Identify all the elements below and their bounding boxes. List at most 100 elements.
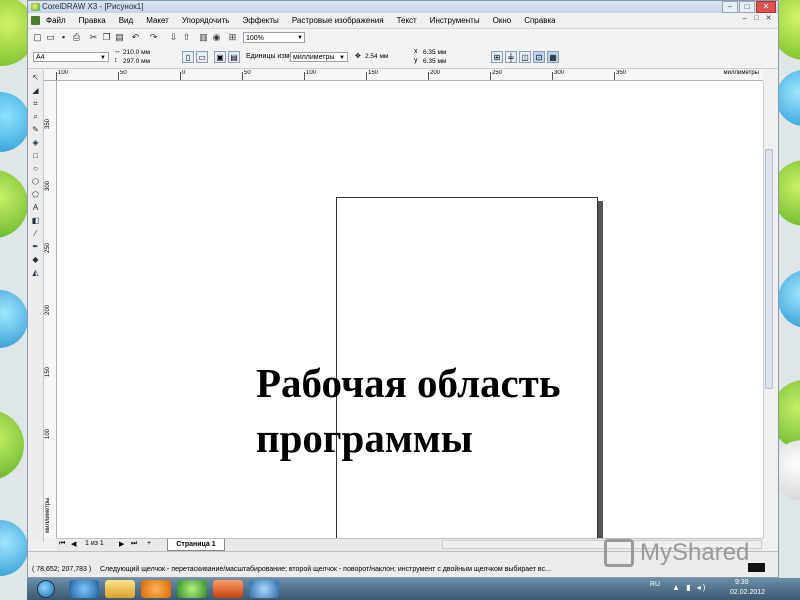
vertical-scrollbar[interactable] [763, 81, 775, 538]
clock-date[interactable]: 02.02.2012 [730, 589, 765, 596]
undo-icon[interactable]: ↶ [130, 32, 141, 43]
freehand-tool-icon[interactable]: ✎ [30, 124, 41, 135]
rectangle-tool-icon[interactable]: □ [30, 150, 41, 161]
clock-time[interactable]: 9:39 [735, 579, 749, 586]
document-icon[interactable] [31, 15, 40, 25]
coreldraw-taskbar-icon[interactable] [177, 580, 207, 598]
maximize-button[interactable]: □ [739, 1, 755, 13]
powerpoint-icon[interactable] [213, 580, 243, 598]
media-player-icon[interactable] [141, 580, 171, 598]
paste-icon[interactable]: ▤ [114, 32, 125, 43]
ruler-h-tick [366, 72, 367, 80]
fill-tool-icon[interactable]: ◆ [30, 254, 41, 265]
polygon-tool-icon[interactable]: ⬡ [30, 176, 41, 187]
presentation-board-icon [604, 539, 634, 567]
menu-view[interactable]: Вид [119, 16, 133, 25]
shape-tool-icon[interactable]: ◢ [30, 85, 41, 96]
ruler-v-label: 100 [45, 428, 51, 439]
snap-to-guidelines-button[interactable]: ╪ [505, 51, 517, 63]
pick-tool-icon[interactable]: ↖ [30, 72, 41, 83]
drawing-canvas[interactable] [57, 81, 763, 538]
export-icon[interactable]: ⇧ [181, 32, 192, 43]
doc-restore-button[interactable]: □ [751, 14, 762, 24]
dynamic-guides-button[interactable]: ⊡ [533, 51, 545, 63]
ellipse-tool-icon[interactable]: ○ [30, 163, 41, 174]
ruler-h-tick [118, 72, 119, 80]
ruler-h-label: 250 [492, 70, 503, 76]
page-tab[interactable]: Страница 1 [167, 539, 225, 551]
redo-icon[interactable]: ↷ [148, 32, 159, 43]
app-launcher-icon[interactable]: ▥ [198, 32, 209, 43]
basic-shapes-tool-icon[interactable]: ⬠ [30, 189, 41, 200]
snap-to-grid-button[interactable]: ⊞ [491, 51, 503, 63]
title-bar[interactable]: CorelDRAW X3 - [Рисунок1] – □ ✕ [28, 1, 778, 13]
paper-size-value: A4 [36, 54, 45, 61]
vertical-ruler[interactable]: 350 300 250 200 150 100 миллиметры [44, 81, 57, 538]
menu-arrange[interactable]: Упорядочить [182, 16, 230, 25]
input-language[interactable]: RU [650, 581, 660, 588]
windows-taskbar: RU ▲ ▮ ◂) 9:39 02.02.2012 [27, 578, 800, 600]
internet-explorer-icon[interactable] [69, 580, 99, 598]
zoom-level-select[interactable]: 100% ▼ [243, 32, 305, 43]
close-button[interactable]: ✕ [756, 1, 776, 13]
nudge-distance-field[interactable]: 2.54 мм [365, 52, 388, 61]
menu-tools[interactable]: Инструменты [430, 16, 480, 25]
paper-size-select[interactable]: A4 ▼ [33, 52, 109, 62]
ruler-h-label: 200 [430, 70, 441, 76]
open-icon[interactable]: ▭ [45, 32, 56, 43]
doc-minimize-button[interactable]: – [739, 14, 750, 24]
import-icon[interactable]: ⇩ [168, 32, 179, 43]
print-icon[interactable]: ⎙ [71, 32, 82, 43]
menu-edit[interactable]: Правка [79, 16, 106, 25]
menu-text[interactable]: Текст [397, 16, 417, 25]
duplicate-y-field[interactable]: 6.35 мм [423, 57, 446, 66]
eyedropper-tool-icon[interactable]: ⁄ [30, 228, 41, 239]
interactive-fill-tool-icon[interactable]: ◭ [30, 267, 41, 278]
vertical-scrollbar-thumb[interactable] [765, 149, 773, 389]
cut-icon[interactable]: ✂ [88, 32, 99, 43]
slide-caption-line-1: Рабочая область [256, 360, 561, 406]
menu-layout[interactable]: Макет [146, 16, 169, 25]
all-pages-button[interactable]: ▣ [214, 51, 226, 63]
explorer-folder-icon[interactable] [105, 580, 135, 598]
decor-blue-ball [0, 520, 28, 576]
current-page-button[interactable]: ▤ [228, 51, 240, 63]
first-page-button[interactable]: ⏮ [59, 540, 65, 548]
options-button[interactable]: ▦ [547, 51, 559, 63]
menu-help[interactable]: Справка [524, 16, 555, 25]
page-width-field[interactable]: 210.0 мм [123, 48, 150, 57]
menu-effects[interactable]: Эффекты [242, 16, 278, 25]
system-tray-icons[interactable]: ▲ ▮ ◂) [672, 583, 707, 592]
snap-to-objects-button[interactable]: ◫ [519, 51, 531, 63]
units-select[interactable]: миллиметры ▼ [290, 52, 348, 62]
start-button[interactable] [37, 580, 55, 598]
prev-page-button[interactable]: ◀ [71, 540, 76, 548]
portrait-button[interactable]: ▯ [182, 51, 194, 63]
minimize-button[interactable]: – [722, 1, 738, 13]
network-app-icon[interactable] [249, 580, 279, 598]
standard-toolbar: ▢ ▭ ▪ ⎙ ✂ ❐ ▤ ↶ ↷ ⇩ ⇧ ▥ ◉ ⊞ 100% ▼ [28, 28, 778, 48]
menu-file[interactable]: Файл [46, 16, 66, 25]
duplicate-x-field[interactable]: 6.35 мм [423, 48, 446, 57]
page-height-field[interactable]: 297.0 мм [123, 57, 150, 66]
add-page-button[interactable]: + [147, 540, 151, 547]
doc-close-button[interactable]: ✕ [763, 14, 774, 24]
copy-icon[interactable]: ❐ [101, 32, 112, 43]
text-tool-icon[interactable]: A [30, 202, 41, 213]
horizontal-ruler[interactable]: 100 50 0 50 100 150 200 250 300 350 миллиметры [44, 70, 763, 81]
menu-bitmaps[interactable]: Растровые изображения [292, 16, 384, 25]
outline-tool-icon[interactable]: ✒ [30, 241, 41, 252]
corel-online-icon[interactable]: ◉ [211, 32, 222, 43]
next-page-button[interactable]: ▶ [119, 540, 124, 548]
menu-window[interactable]: Окно [493, 16, 512, 25]
smart-fill-tool-icon[interactable]: ◈ [30, 137, 41, 148]
menu-bar: Файл Правка Вид Макет Упорядочить Эффект… [28, 13, 778, 27]
zoom-tool-icon[interactable]: ⌕ [30, 111, 41, 122]
crop-tool-icon[interactable]: ⌗ [30, 98, 41, 109]
interactive-blend-tool-icon[interactable]: ◧ [30, 215, 41, 226]
welcome-screen-icon[interactable]: ⊞ [227, 32, 238, 43]
landscape-button[interactable]: ▭ [196, 51, 208, 63]
new-icon[interactable]: ▢ [32, 32, 43, 43]
save-icon[interactable]: ▪ [58, 32, 69, 43]
last-page-button[interactable]: ⏭ [131, 540, 137, 548]
